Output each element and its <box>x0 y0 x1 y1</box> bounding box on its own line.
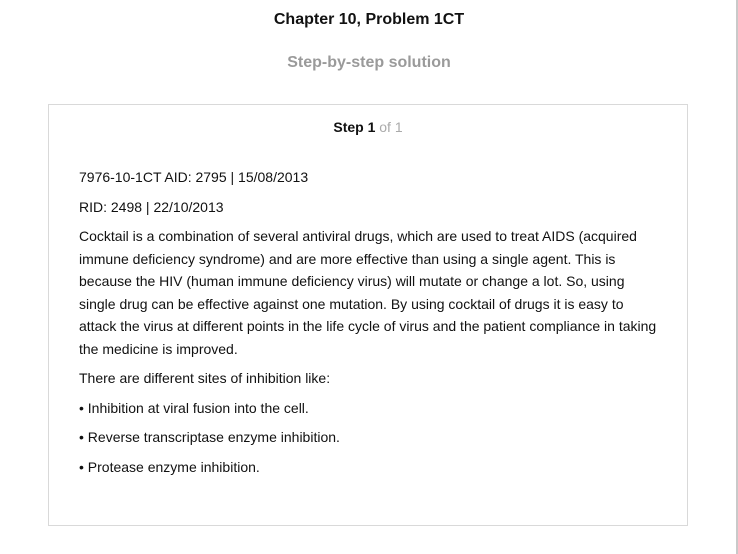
list-item: • Inhibition at viral fusion into the ce… <box>79 399 309 416</box>
solution-content: 7976-10-1CT AID: 2795 | 15/08/2013 RID: … <box>79 166 659 485</box>
list-item: • Protease enzyme inhibition. <box>79 458 260 475</box>
chapter-title: Chapter 10, Problem 1CT <box>273 11 465 28</box>
list-item: • Reverse transcriptase enzyme inhibitio… <box>79 429 340 445</box>
step-header: Step 1 of 1 <box>49 119 687 135</box>
inhibition-intro: There are different sites of inhibition … <box>79 370 331 386</box>
solution-subtitle: Step-by-step solution <box>287 54 451 71</box>
step-card: Step 1 of 1 7976-10-1CT AID: 2795 | 15/0… <box>48 104 688 526</box>
step-of-total: of 1 <box>379 119 403 135</box>
step-label: Step 1 <box>333 119 376 135</box>
explanation-paragraph: Cocktail is a combination of several ant… <box>79 228 657 357</box>
solution-page: Chapter 10, Problem 1CT Step-by-step sol… <box>0 0 738 554</box>
meta-line-rid: RID: 2498 | 22/10/2013 <box>79 198 224 215</box>
meta-line-aid: 7976-10-1CT AID: 2795 | 15/08/2013 <box>79 169 309 185</box>
